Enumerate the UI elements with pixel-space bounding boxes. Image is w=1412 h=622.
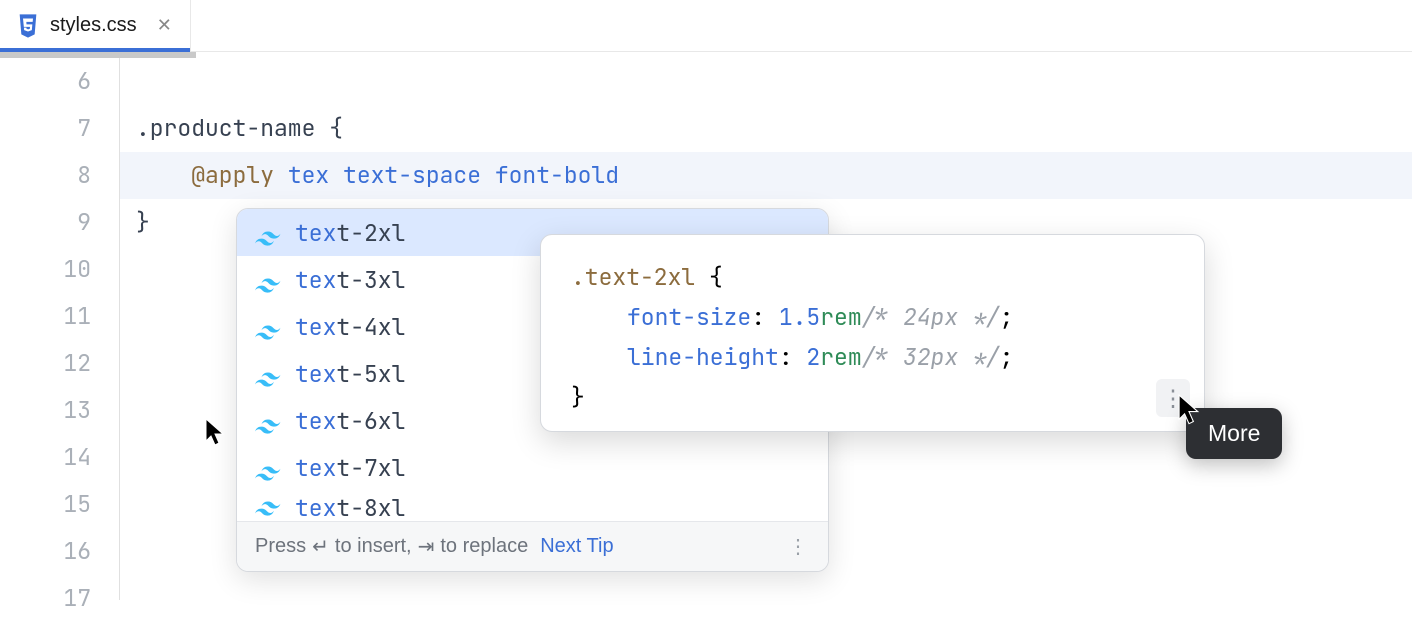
tab-key-icon: ⇥ [418, 534, 435, 559]
autocomplete-item[interactable]: text-8xl [237, 491, 828, 521]
mouse-cursor-icon [205, 418, 225, 446]
tooltip-more: More [1186, 408, 1282, 459]
code-line[interactable]: .product-name { [120, 105, 1412, 152]
hint-text: to insert, [335, 535, 412, 558]
enter-key-icon: ↵ [312, 534, 329, 559]
line-number: 11 [0, 293, 119, 340]
hint-text: Press [255, 535, 306, 558]
css-file-icon [18, 15, 38, 37]
line-number-gutter: 6 7 8 9 10 11 12 13 14 15 16 17 [0, 52, 120, 600]
doc-line: } [571, 377, 1182, 417]
autocomplete-footer: Press ↵ to insert, ⇥ to replace Next Tip… [237, 521, 828, 571]
line-number: 17 [0, 575, 119, 622]
hint-text: to replace [440, 535, 528, 558]
line-number: 6 [0, 58, 119, 105]
doc-line: font-size: 1.5rem/* 24px */; [571, 297, 1182, 337]
code-line[interactable] [120, 58, 1412, 105]
tab-bar: styles.css ✕ [0, 0, 1412, 52]
tailwind-icon [255, 493, 281, 511]
line-number: 15 [0, 481, 119, 528]
close-icon[interactable]: ✕ [157, 15, 172, 36]
doc-line: .text-2xl { [571, 257, 1182, 297]
tab-filename: styles.css [50, 14, 137, 37]
next-tip-link[interactable]: Next Tip [540, 535, 613, 558]
tooltip-label: More [1208, 420, 1260, 446]
autocomplete-item[interactable]: text-7xl [237, 444, 828, 491]
line-number: 16 [0, 528, 119, 575]
line-number: 9 [0, 199, 119, 246]
doc-line: line-height: 2rem/* 32px */; [571, 337, 1182, 377]
tailwind-icon [255, 224, 281, 242]
kebab-menu-icon[interactable]: ⋮ [788, 534, 810, 559]
code-line[interactable] [120, 575, 1412, 622]
tailwind-icon [255, 412, 281, 430]
line-number: 13 [0, 387, 119, 434]
line-number: 7 [0, 105, 119, 152]
tailwind-icon [255, 365, 281, 383]
code-line-active[interactable]: @apply tex text-space font-bold [120, 152, 1412, 199]
tab-styles-css[interactable]: styles.css ✕ [0, 0, 191, 51]
line-number: 10 [0, 246, 119, 293]
line-number: 12 [0, 340, 119, 387]
tailwind-icon [255, 318, 281, 336]
tailwind-icon [255, 459, 281, 477]
mouse-cursor-icon [1178, 394, 1200, 422]
line-number: 14 [0, 434, 119, 481]
tailwind-icon [255, 271, 281, 289]
documentation-popup: .text-2xl { font-size: 1.5rem/* 24px */;… [540, 234, 1205, 432]
line-number: 8 [0, 152, 119, 199]
